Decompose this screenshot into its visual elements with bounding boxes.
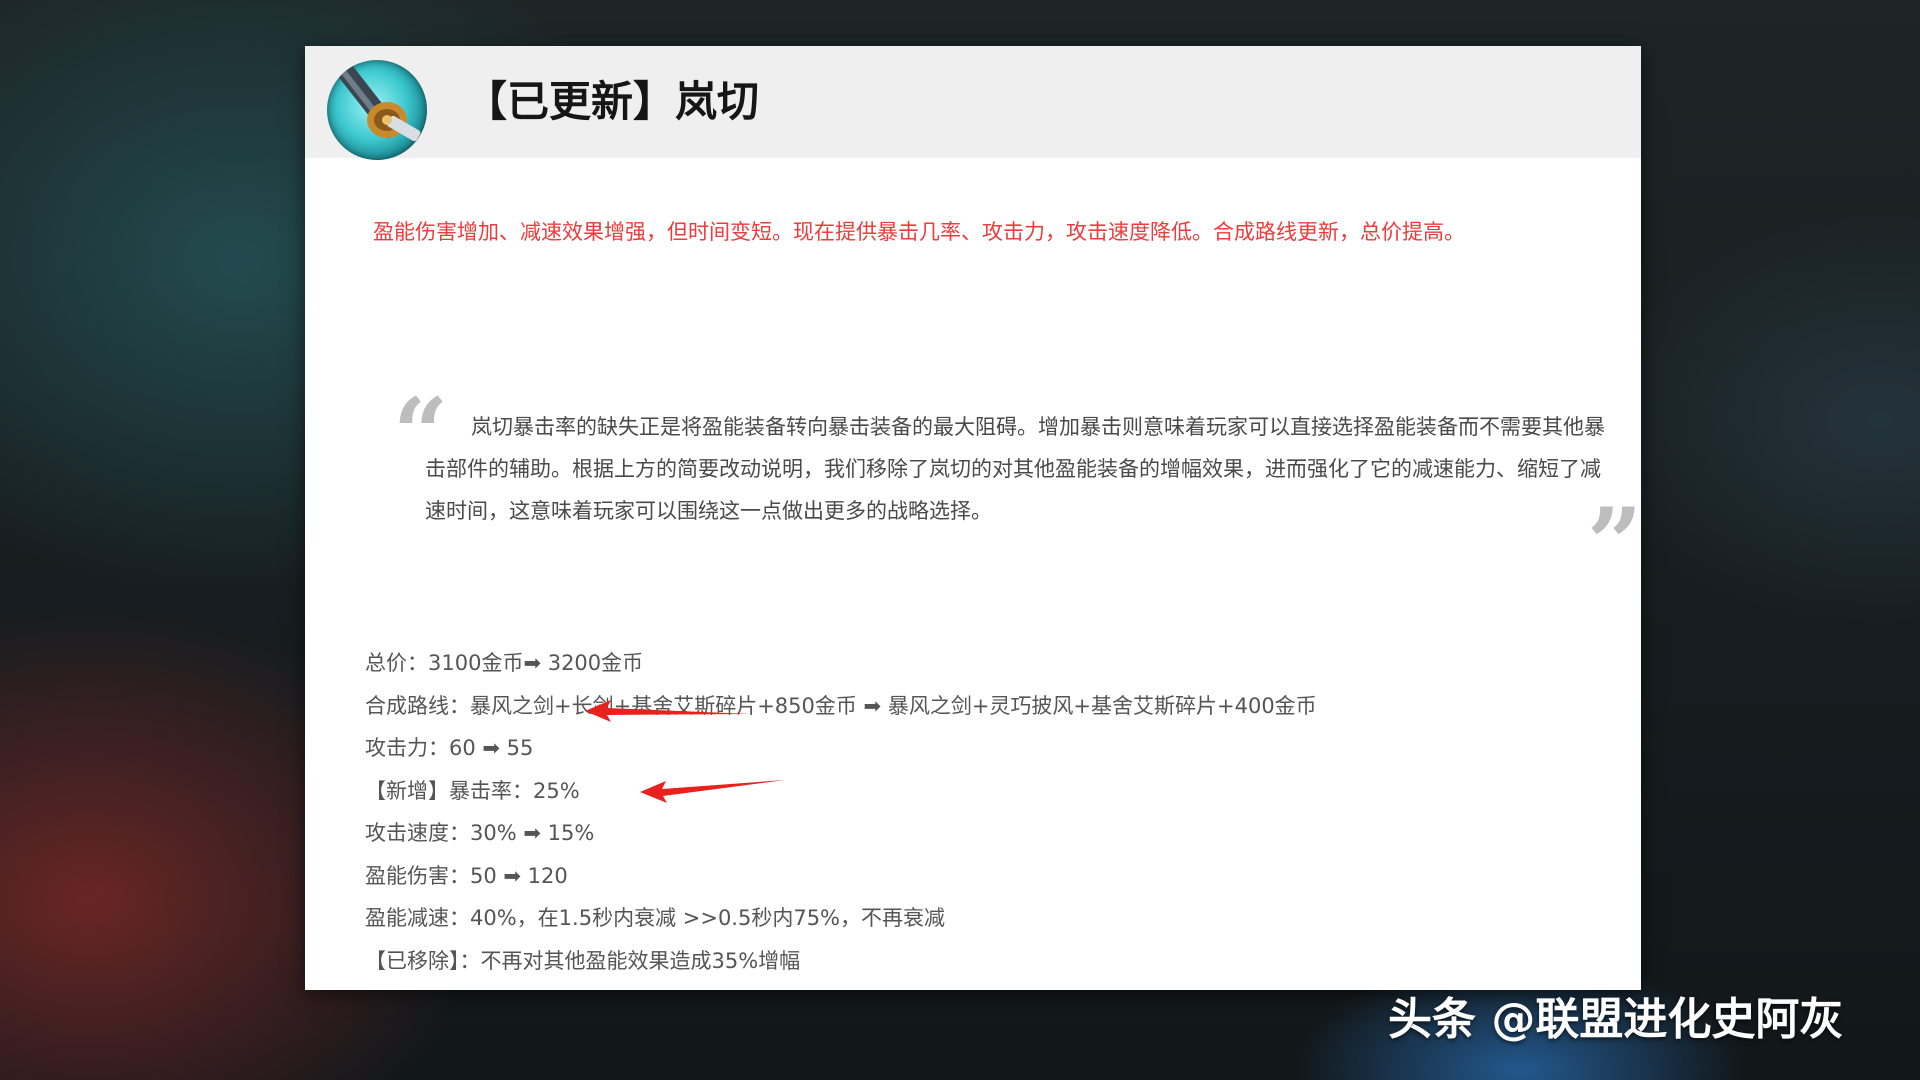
designer-quote: 岚切暴击率的缺失正是将盈能装备转向暴击装备的最大阻碍。增加暴击则意味着玩家可以直… — [425, 415, 1605, 523]
card-header: 【已更新】岚切 — [305, 46, 1641, 160]
page-title: 【已更新】岚切 — [465, 77, 760, 126]
stat-build-path: 合成路线：暴风之剑+长剑+基舍艾斯碎片+850金币 ➡ 暴风之剑+灵巧披风+基舍… — [365, 693, 1317, 718]
stat-removed-effect: 【已移除】：不再对其他盈能效果造成35%增幅 — [365, 948, 801, 973]
stat-change-list: 总价：3100金币➡ 3200金币 合成路线：暴风之剑+长剑+基舍艾斯碎片+85… — [365, 642, 1565, 982]
stat-attack-speed: 攻击速度：30% ➡ 15% — [365, 821, 595, 845]
stormrazor-item-icon — [327, 60, 427, 160]
stat-total-cost: 总价：3100金币➡ 3200金币 — [365, 651, 644, 675]
stat-energized-damage: 盈能伤害：50 ➡ 120 — [365, 863, 568, 888]
stat-energized-slow: 盈能减速：40%，在1.5秒内衰减 >>0.5秒内75%，不再衰减 — [365, 906, 946, 930]
red-annotation-arrow-icon — [640, 780, 785, 803]
change-summary: 盈能伤害增加、减速效果增强，但时间变短。现在提供暴击几率、攻击力，攻击速度降低。… — [373, 220, 1465, 244]
stat-crit-chance: 【新增】暴击率：25% — [365, 778, 580, 803]
patch-note-card: 【已更新】岚切 盈能伤害增加、减速效果增强，但时间变短。现在提供暴击几率、攻击力… — [305, 46, 1643, 990]
stat-attack-damage: 攻击力：60 ➡ 55 — [365, 736, 534, 760]
source-watermark: 头条 @联盟进化史阿灰 — [1388, 994, 1844, 1045]
red-annotation-arrow-icon — [585, 700, 750, 722]
close-quote-icon: ” — [1587, 487, 1643, 600]
